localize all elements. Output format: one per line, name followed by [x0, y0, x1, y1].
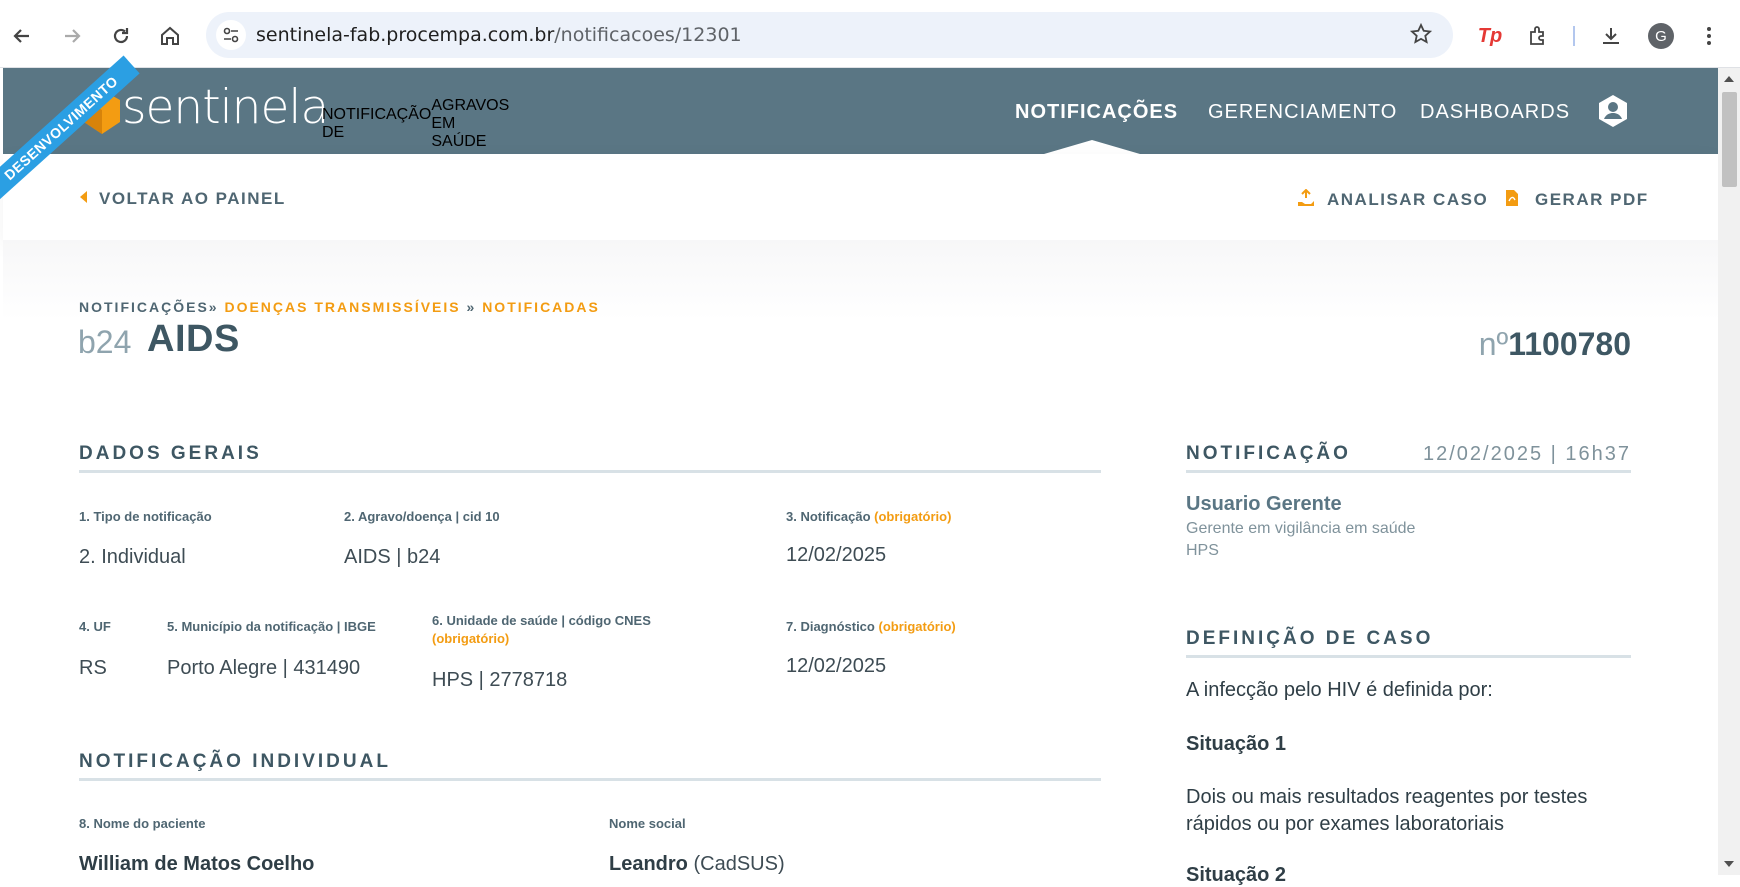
- tp-extension-icon[interactable]: Tp: [1470, 16, 1510, 56]
- notification-datetime: 12/02/2025 | 16h37: [1422, 443, 1631, 465]
- address-bar[interactable]: sentinela-fab.procempa.com.br/notificaco…: [206, 12, 1453, 58]
- side-divider: [1186, 470, 1631, 473]
- active-nav-indicator: [1044, 140, 1140, 154]
- social-source: (CadSUS): [693, 853, 785, 875]
- tagline-line2: AGRAVOS EM SAÚDE: [431, 97, 510, 150]
- field-value-diagnostico: 12/02/2025: [786, 655, 887, 677]
- field-value-tipo: 2. Individual: [79, 546, 186, 568]
- field-label-diagnostico: 7. Diagnóstico (obrigatório): [786, 619, 956, 634]
- star-icon[interactable]: [1409, 22, 1435, 48]
- crumb-separator: »: [208, 299, 219, 315]
- notifier-role: Gerente em vigilância em saúde: [1186, 520, 1416, 537]
- situacao-1-text-line1: Dois ou mais resultados reagentes por te…: [1186, 786, 1588, 808]
- case-intro: A infecção pelo HIV é definida por:: [1186, 679, 1493, 701]
- number-value: 1100780: [1508, 326, 1631, 362]
- analyze-label: ANALISAR CASO: [1327, 190, 1489, 209]
- back-to-panel-link[interactable]: VOLTAR AO PAINEL: [80, 189, 286, 209]
- nav-notificacoes[interactable]: NOTIFICAÇÕES: [1015, 101, 1178, 124]
- analyze-hand-icon: [1297, 188, 1315, 207]
- field-label-nome-social: Nome social: [609, 816, 686, 831]
- reload-icon[interactable]: [101, 16, 141, 56]
- field-label-notificacao: 3. Notificação (obrigatório): [786, 509, 951, 524]
- page-scrollbar[interactable]: [1718, 68, 1740, 875]
- required-tag: (obrigatório): [878, 619, 956, 634]
- field-label-nome: 8. Nome do paciente: [79, 816, 206, 831]
- crumb-doencas[interactable]: DOENÇAS TRANSMISSÍVEIS: [224, 299, 460, 315]
- field-value-uf: RS: [79, 657, 107, 679]
- field-value-agravo: AIDS | b24: [344, 546, 441, 568]
- logo-text: sentinela: [122, 80, 329, 135]
- required-tag: (obrigatório): [874, 509, 952, 524]
- field-label-municipio: 5. Município da notificação | IBGE: [167, 619, 376, 634]
- label-text: 3. Notificação: [786, 509, 871, 524]
- section-dados-gerais: DADOS GERAIS: [79, 443, 262, 464]
- field-value-municipio: Porto Alegre | 431490: [167, 657, 361, 679]
- forward-icon[interactable]: [52, 16, 92, 56]
- pdf-label: GERAR PDF: [1535, 190, 1649, 209]
- side-case-definition-heading: DEFINIÇÃO DE CASO: [1186, 628, 1434, 649]
- page-title: AIDS: [147, 318, 240, 360]
- required-tag: (obrigatório): [432, 631, 510, 646]
- scroll-up-icon[interactable]: [1724, 76, 1734, 82]
- logo-tagline: NOTIFICAÇÃO DE AGRAVOS EM SAÚDE: [322, 97, 509, 151]
- generate-pdf-button[interactable]: GERAR PDF: [1505, 189, 1649, 210]
- side-notificacao-heading: NOTIFICAÇÃO: [1186, 443, 1351, 464]
- section-divider: [79, 778, 1101, 781]
- label-text: 7. Diagnóstico: [786, 619, 875, 634]
- number-prefix: nº: [1478, 326, 1509, 362]
- home-icon[interactable]: [150, 16, 190, 56]
- field-value-nome-social: Leandro (CadSUS): [609, 853, 785, 876]
- profile-avatar[interactable]: G: [1641, 16, 1681, 56]
- field-value-unidade: HPS | 2778718: [432, 669, 568, 691]
- breadcrumb: NOTIFICAÇÕES» DOENÇAS TRANSMISSÍVEIS » N…: [79, 299, 600, 315]
- disease-cid: b24: [78, 324, 132, 360]
- situacao-2-title: Situação 2: [1186, 864, 1287, 886]
- menu-icon[interactable]: [1689, 16, 1729, 56]
- section-notificacao-individual: NOTIFICAÇÃO INDIVIDUAL: [79, 751, 391, 772]
- user-account-icon[interactable]: [1597, 94, 1629, 128]
- scroll-down-icon[interactable]: [1724, 861, 1734, 867]
- toolbar-separator: [1573, 26, 1575, 46]
- nav-gerenciamento[interactable]: GERENCIAMENTO: [1208, 101, 1397, 124]
- crumb-notificadas[interactable]: NOTIFICADAS: [482, 299, 600, 315]
- crumb-root[interactable]: NOTIFICAÇÕES: [79, 299, 209, 315]
- pdf-file-icon: [1505, 189, 1523, 207]
- notifier-name: Usuario Gerente: [1186, 493, 1342, 515]
- field-label-agravo: 2. Agravo/doença | cid 10: [344, 509, 500, 524]
- browser-toolbar: sentinela-fab.procempa.com.br/notificaco…: [0, 0, 1740, 68]
- url-text: sentinela-fab.procempa.com.br/notificaco…: [256, 24, 742, 46]
- field-label-tipo: 1. Tipo de notificação: [79, 509, 212, 524]
- section-divider: [79, 470, 1101, 473]
- extensions-icon[interactable]: [1518, 16, 1558, 56]
- scrollbar-thumb[interactable]: [1722, 92, 1737, 187]
- nav-dashboards[interactable]: DASHBOARDS: [1420, 101, 1570, 124]
- analyze-case-button[interactable]: ANALISAR CASO: [1297, 188, 1489, 210]
- situacao-1-text-line2: rápidos ou por exames laboratoriais: [1186, 813, 1504, 835]
- social-name: Leandro: [609, 853, 688, 875]
- site-info-icon[interactable]: [216, 20, 246, 50]
- field-label-unidade: 6. Unidade de saúde | código CNES: [432, 613, 651, 628]
- field-label-unidade-required: (obrigatório): [432, 631, 509, 646]
- notifier-unit: HPS: [1186, 542, 1219, 559]
- back-icon[interactable]: [2, 16, 42, 56]
- field-label-uf: 4. UF: [79, 619, 111, 634]
- situacao-1-title: Situação 1: [1186, 733, 1287, 755]
- notification-number: nº1100780: [1479, 326, 1631, 363]
- field-value-nome: William de Matos Coelho: [79, 853, 315, 875]
- download-icon[interactable]: [1591, 16, 1631, 56]
- tagline-line1: NOTIFICAÇÃO DE: [322, 106, 432, 141]
- field-value-notificacao: 12/02/2025: [786, 544, 887, 566]
- back-arrow-icon: [80, 191, 87, 203]
- crumb-separator: »: [466, 299, 477, 315]
- side-divider: [1186, 655, 1631, 658]
- back-label: VOLTAR AO PAINEL: [99, 189, 286, 208]
